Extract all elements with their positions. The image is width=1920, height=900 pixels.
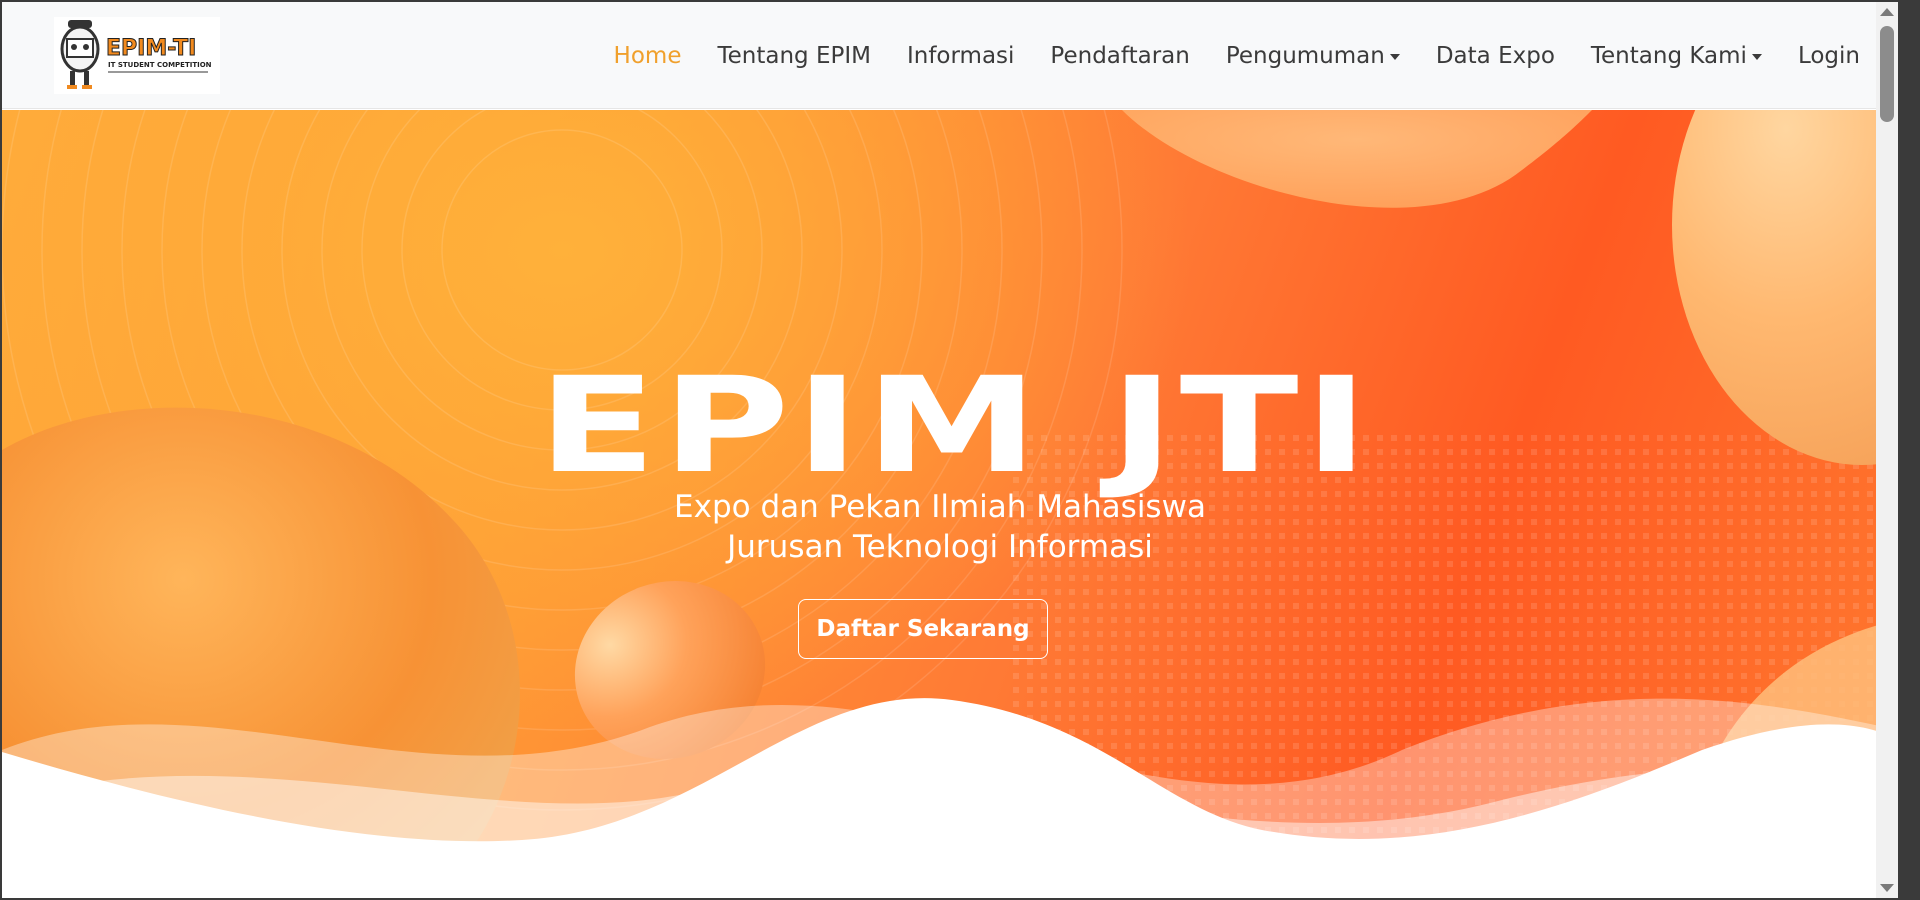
caret-down-icon	[1751, 53, 1762, 60]
nav-data-expo[interactable]: Data Expo	[1436, 43, 1555, 69]
nav-pengumuman-label: Pengumuman	[1225, 42, 1385, 69]
hero-banner: EPIM JTI Expo dan Pekan Ilmiah Mahasiswa…	[2, 110, 1898, 898]
hero-subtitle-line1: Expo dan Pekan Ilmiah Mahasiswa	[674, 489, 1206, 525]
nav-tentang-kami-dropdown[interactable]: Tentang Kami	[1591, 43, 1762, 69]
vertical-scrollbar[interactable]	[1876, 2, 1898, 898]
nav-tentang-epim[interactable]: Tentang EPIM	[717, 43, 871, 69]
svg-text:IT STUDENT COMPETITION: IT STUDENT COMPETITION	[108, 61, 212, 69]
nav-pendaftaran[interactable]: Pendaftaran	[1050, 43, 1189, 69]
hero-subtitle-line2: Jurusan Teknologi Informasi	[727, 529, 1153, 565]
navbar: EPIM-TI IT STUDENT COMPETITION Home Tent…	[2, 2, 1898, 109]
nav-informasi[interactable]: Informasi	[907, 43, 1014, 69]
daftar-sekarang-button[interactable]: Daftar Sekarang	[798, 599, 1048, 659]
nav-pengumuman-dropdown[interactable]: Pengumuman	[1226, 43, 1400, 69]
browser-viewport: EPIM-TI IT STUDENT COMPETITION Home Tent…	[2, 2, 1898, 898]
svg-text:EPIM-TI: EPIM-TI	[106, 36, 196, 61]
hero-subtitle: Expo dan Pekan Ilmiah Mahasiswa Jurusan …	[2, 487, 1878, 567]
scrollbar-thumb[interactable]	[1880, 26, 1894, 122]
epim-logo-icon: EPIM-TI IT STUDENT COMPETITION	[60, 20, 212, 89]
scroll-up-arrow-icon[interactable]	[1880, 8, 1894, 16]
nav-home[interactable]: Home	[614, 43, 682, 69]
caret-down-icon	[1389, 53, 1400, 60]
nav-menu: Home Tentang EPIM Informasi Pendaftaran …	[578, 2, 1860, 109]
nav-login[interactable]: Login	[1798, 43, 1860, 69]
hero-title: EPIM JTI	[537, 349, 1374, 503]
scroll-down-arrow-icon[interactable]	[1880, 884, 1894, 892]
nav-tentang-kami-label: Tentang Kami	[1590, 42, 1747, 69]
site-logo[interactable]: EPIM-TI IT STUDENT COMPETITION	[54, 17, 220, 94]
